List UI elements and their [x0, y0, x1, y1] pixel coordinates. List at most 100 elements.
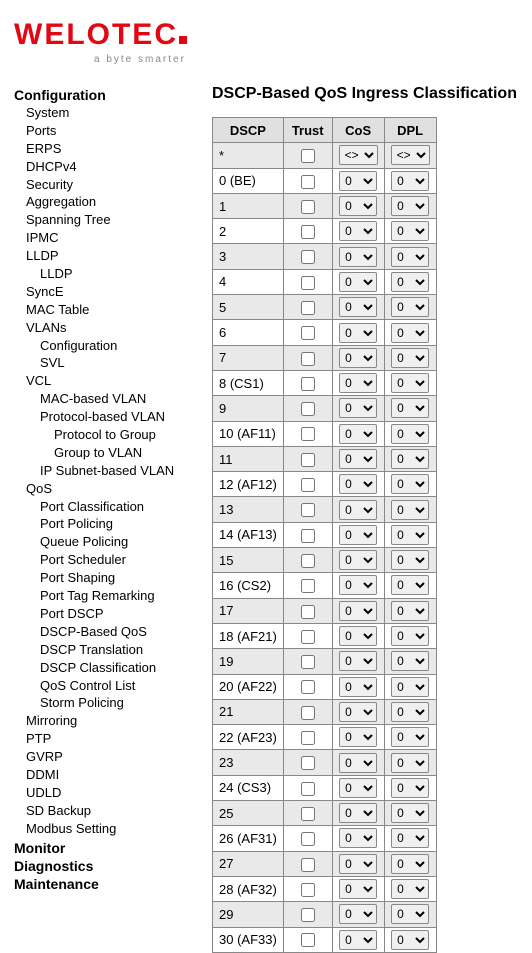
- dpl-select[interactable]: 0: [391, 196, 429, 216]
- cos-select[interactable]: 0: [339, 525, 377, 545]
- nav-item[interactable]: UDLD: [14, 785, 210, 802]
- cos-select[interactable]: 0: [339, 904, 377, 924]
- trust-checkbox[interactable]: [301, 579, 315, 593]
- nav-item[interactable]: Port Policing: [14, 516, 210, 533]
- cos-select[interactable]: 0: [339, 753, 377, 773]
- dpl-select[interactable]: 0: [391, 348, 429, 368]
- dpl-select[interactable]: 0: [391, 879, 429, 899]
- nav-item[interactable]: LLDP: [14, 266, 210, 283]
- cos-select[interactable]: 0: [339, 828, 377, 848]
- dpl-select[interactable]: 0: [391, 297, 429, 317]
- dpl-select[interactable]: 0: [391, 753, 429, 773]
- nav-item[interactable]: DSCP-Based QoS: [14, 624, 210, 641]
- dpl-select[interactable]: 0: [391, 398, 429, 418]
- nav-item[interactable]: Storm Policing: [14, 695, 210, 712]
- cos-select[interactable]: 0: [339, 323, 377, 343]
- trust-checkbox[interactable]: [301, 655, 315, 669]
- dpl-select[interactable]: <>: [391, 145, 430, 165]
- dpl-select[interactable]: 0: [391, 930, 429, 950]
- nav-item[interactable]: Port Tag Remarking: [14, 588, 210, 605]
- nav-item[interactable]: DSCP Translation: [14, 642, 210, 659]
- cos-select[interactable]: 0: [339, 550, 377, 570]
- dpl-select[interactable]: 0: [391, 828, 429, 848]
- dpl-select[interactable]: 0: [391, 677, 429, 697]
- nav-section-configuration[interactable]: Configuration: [14, 87, 210, 103]
- cos-select[interactable]: 0: [339, 651, 377, 671]
- trust-checkbox[interactable]: [301, 706, 315, 720]
- trust-checkbox[interactable]: [301, 301, 315, 315]
- nav-item[interactable]: Queue Policing: [14, 534, 210, 551]
- dpl-select[interactable]: 0: [391, 474, 429, 494]
- cos-select[interactable]: 0: [339, 500, 377, 520]
- trust-checkbox[interactable]: [301, 529, 315, 543]
- nav-section-diagnostics[interactable]: Diagnostics: [14, 858, 210, 874]
- dpl-select[interactable]: 0: [391, 702, 429, 722]
- nav-section-monitor[interactable]: Monitor: [14, 840, 210, 856]
- trust-checkbox[interactable]: [301, 478, 315, 492]
- trust-checkbox[interactable]: [301, 453, 315, 467]
- trust-checkbox[interactable]: [301, 782, 315, 796]
- nav-item[interactable]: SyncE: [14, 284, 210, 301]
- cos-select[interactable]: <>: [339, 145, 378, 165]
- cos-select[interactable]: 0: [339, 803, 377, 823]
- nav-item[interactable]: PTP: [14, 731, 210, 748]
- trust-checkbox[interactable]: [301, 175, 315, 189]
- nav-item[interactable]: SD Backup: [14, 803, 210, 820]
- dpl-select[interactable]: 0: [391, 626, 429, 646]
- cos-select[interactable]: 0: [339, 879, 377, 899]
- cos-select[interactable]: 0: [339, 930, 377, 950]
- nav-item[interactable]: Mirroring: [14, 713, 210, 730]
- dpl-select[interactable]: 0: [391, 272, 429, 292]
- nav-item[interactable]: System: [14, 105, 210, 122]
- nav-item[interactable]: LLDP: [14, 248, 210, 265]
- nav-item[interactable]: Ports: [14, 123, 210, 140]
- nav-item[interactable]: Port Shaping: [14, 570, 210, 587]
- dpl-select[interactable]: 0: [391, 525, 429, 545]
- trust-checkbox[interactable]: [301, 326, 315, 340]
- nav-item[interactable]: IPMC: [14, 230, 210, 247]
- nav-item[interactable]: Group to VLAN: [14, 445, 210, 462]
- trust-checkbox[interactable]: [301, 807, 315, 821]
- dpl-select[interactable]: 0: [391, 449, 429, 469]
- trust-checkbox[interactable]: [301, 731, 315, 745]
- trust-checkbox[interactable]: [301, 908, 315, 922]
- trust-checkbox[interactable]: [301, 250, 315, 264]
- trust-checkbox[interactable]: [301, 149, 315, 163]
- trust-checkbox[interactable]: [301, 503, 315, 517]
- cos-select[interactable]: 0: [339, 398, 377, 418]
- trust-checkbox[interactable]: [301, 883, 315, 897]
- nav-item[interactable]: SVL: [14, 355, 210, 372]
- dpl-select[interactable]: 0: [391, 373, 429, 393]
- nav-item[interactable]: DSCP Classification: [14, 660, 210, 677]
- dpl-select[interactable]: 0: [391, 803, 429, 823]
- dpl-select[interactable]: 0: [391, 323, 429, 343]
- nav-item[interactable]: Port Scheduler: [14, 552, 210, 569]
- trust-checkbox[interactable]: [301, 756, 315, 770]
- dpl-select[interactable]: 0: [391, 575, 429, 595]
- cos-select[interactable]: 0: [339, 348, 377, 368]
- cos-select[interactable]: 0: [339, 373, 377, 393]
- nav-item[interactable]: Spanning Tree: [14, 212, 210, 229]
- trust-checkbox[interactable]: [301, 200, 315, 214]
- nav-section-maintenance[interactable]: Maintenance: [14, 876, 210, 892]
- nav-item[interactable]: Port Classification: [14, 499, 210, 516]
- nav-item[interactable]: MAC Table: [14, 302, 210, 319]
- dpl-select[interactable]: 0: [391, 171, 429, 191]
- nav-item[interactable]: QoS: [14, 481, 210, 498]
- cos-select[interactable]: 0: [339, 196, 377, 216]
- cos-select[interactable]: 0: [339, 221, 377, 241]
- nav-item[interactable]: Configuration: [14, 338, 210, 355]
- nav-item[interactable]: VCL: [14, 373, 210, 390]
- cos-select[interactable]: 0: [339, 727, 377, 747]
- dpl-select[interactable]: 0: [391, 500, 429, 520]
- nav-item[interactable]: DHCPv4: [14, 159, 210, 176]
- dpl-select[interactable]: 0: [391, 550, 429, 570]
- nav-item[interactable]: DDMI: [14, 767, 210, 784]
- trust-checkbox[interactable]: [301, 377, 315, 391]
- nav-item[interactable]: VLANs: [14, 320, 210, 337]
- cos-select[interactable]: 0: [339, 854, 377, 874]
- trust-checkbox[interactable]: [301, 352, 315, 366]
- trust-checkbox[interactable]: [301, 858, 315, 872]
- trust-checkbox[interactable]: [301, 554, 315, 568]
- nav-item[interactable]: Port DSCP: [14, 606, 210, 623]
